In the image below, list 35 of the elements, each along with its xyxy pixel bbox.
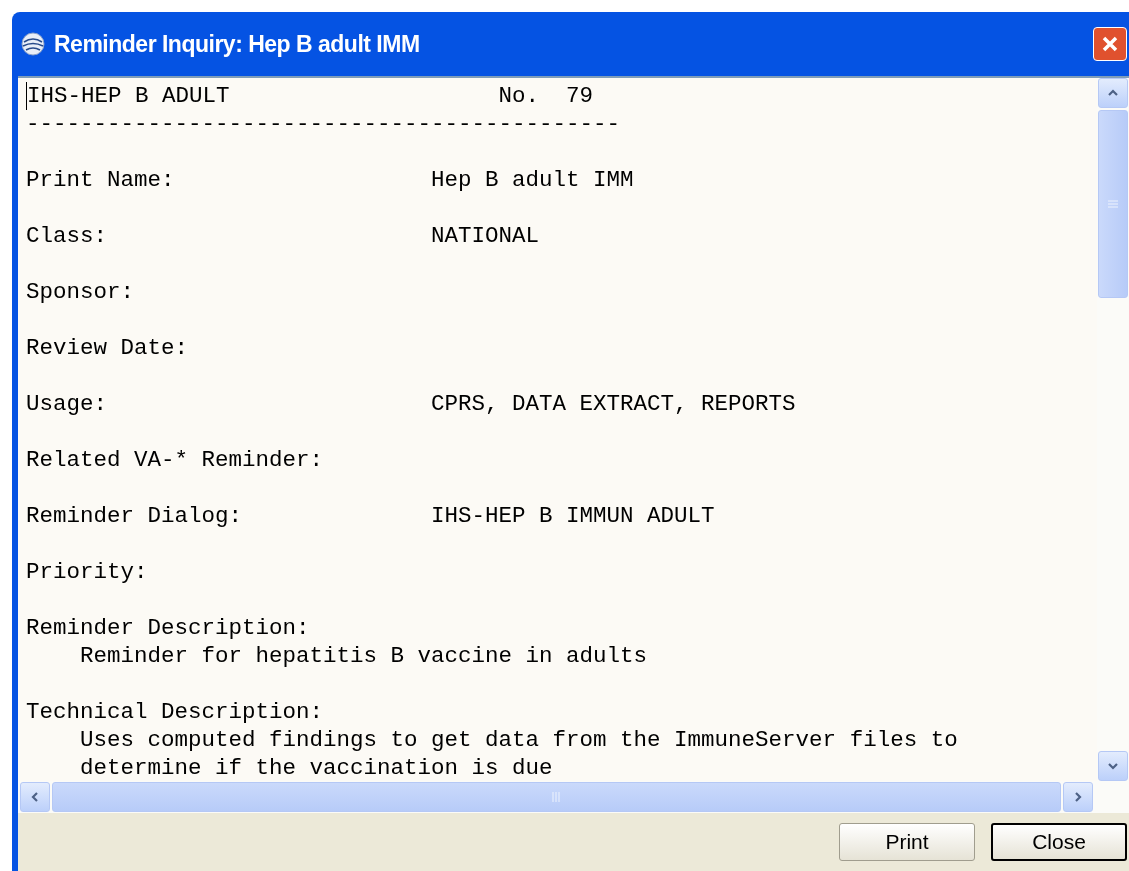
field-value: Hep B adult IMM xyxy=(431,166,634,194)
description-text: Uses computed findings to get data from the ImmuneServer files to xyxy=(79,726,959,754)
scroll-up-button[interactable] xyxy=(1098,78,1128,108)
reminder-number: 79 xyxy=(566,82,594,110)
close-button[interactable] xyxy=(1093,27,1127,61)
field-label: Related VA-* Reminder: xyxy=(26,446,325,474)
field-label: Review Date: xyxy=(26,334,190,362)
dialog-button[interactable]: Print xyxy=(839,823,975,861)
vertical-scrollbar[interactable] xyxy=(1097,78,1129,781)
window-title: Reminder Inquiry: Hep B adult IMM xyxy=(54,29,420,59)
section-heading: Technical Description: xyxy=(26,698,325,726)
field-label: Class: xyxy=(26,222,108,250)
field-label: Print Name: xyxy=(26,166,176,194)
field-value: NATIONAL xyxy=(431,222,540,250)
reminder-name: IHS-HEP B ADULT xyxy=(26,82,499,110)
field-value: IHS-HEP B IMMUN ADULT xyxy=(431,502,715,530)
close-icon xyxy=(1100,34,1120,54)
grip-icon xyxy=(551,792,562,802)
number-label: No. xyxy=(498,82,541,110)
field-label: Usage: xyxy=(26,390,108,418)
divider-text: -------------------------------------------- xyxy=(26,111,621,137)
field-label: Reminder Dialog: xyxy=(26,502,244,530)
dialog-button[interactable]: Close xyxy=(991,823,1127,861)
globe-icon xyxy=(20,31,46,57)
field-value: CPRS, DATA EXTRACT, REPORTS xyxy=(431,390,796,418)
field-label: Sponsor: xyxy=(26,278,136,306)
grip-icon xyxy=(1108,200,1118,208)
scroll-right-button[interactable] xyxy=(1063,782,1093,812)
scroll-left-button[interactable] xyxy=(20,782,50,812)
description-text: determine if the vaccination is due xyxy=(79,754,554,781)
scroll-thumb[interactable] xyxy=(1098,110,1128,298)
field-label: Priority: xyxy=(26,558,149,586)
description-text: Reminder for hepatitis B vaccine in adults xyxy=(79,642,649,670)
section-heading: Reminder Description: xyxy=(26,614,311,642)
scroll-down-button[interactable] xyxy=(1098,751,1128,781)
